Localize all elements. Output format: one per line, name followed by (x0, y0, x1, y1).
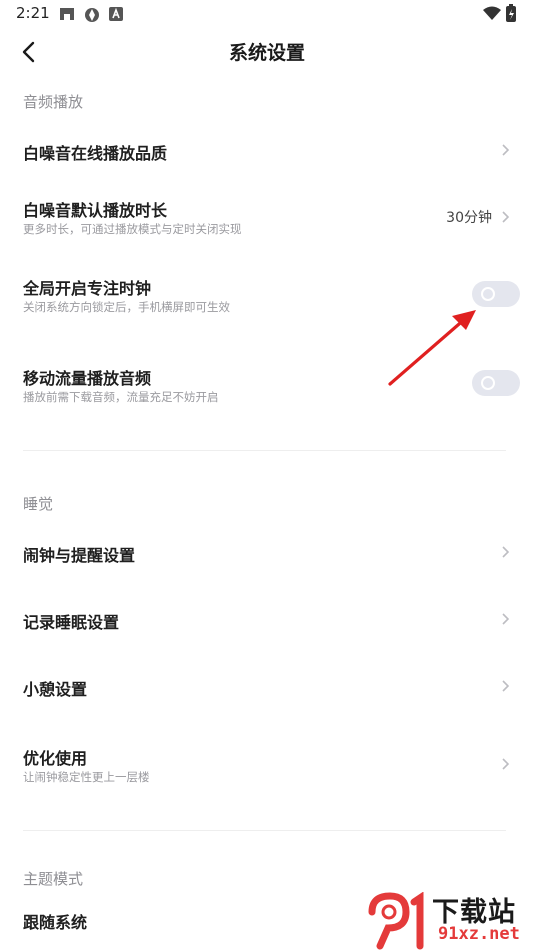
setting-row-nap[interactable]: 小憩设置 (0, 656, 534, 716)
setting-title: 移动流量播放音频 (23, 369, 152, 388)
setting-row-default-duration[interactable]: 白噪音默认播放时长 更多时长，可通过播放模式与定时关闭实现 30分钟 (0, 185, 534, 245)
chevron-right-icon (502, 546, 510, 558)
chevron-right-icon (502, 613, 510, 625)
watermark: 下载站 91xz.net (368, 886, 534, 950)
section-label-theme: 主题模式 (23, 870, 84, 888)
setting-row-sleep-record[interactable]: 记录睡眠设置 (0, 589, 534, 649)
setting-row-alarm[interactable]: 闹钟与提醒设置 (0, 522, 534, 582)
setting-subtitle: 更多时长，可通过播放模式与定时关闭实现 (23, 222, 242, 236)
section-label-sleep: 睡觉 (23, 495, 54, 513)
setting-row-playback-quality[interactable]: 白噪音在线播放品质 (0, 120, 534, 180)
section-divider (23, 830, 506, 831)
setting-title: 闹钟与提醒设置 (23, 546, 136, 565)
chevron-right-icon (502, 758, 510, 770)
status-bar: 2:21 (0, 0, 534, 28)
duration-value: 30分钟 (446, 210, 492, 226)
wifi-icon (483, 6, 501, 20)
section-label-audio: 音频播放 (23, 93, 84, 111)
setting-title: 白噪音在线播放品质 (23, 144, 168, 163)
battery-icon (506, 4, 516, 22)
setting-title: 全局开启专注时钟 (23, 279, 152, 298)
chevron-right-icon (502, 144, 510, 156)
setting-title: 小憩设置 (23, 680, 88, 699)
watermark-url: 91xz.net (438, 924, 520, 944)
status-time: 2:21 (16, 4, 50, 22)
page-title: 系统设置 (228, 42, 305, 64)
toggle-knob (481, 287, 495, 301)
annotation-arrow-icon (388, 310, 476, 386)
setting-subtitle: 关闭系统方向锁定后，手机横屏即可生效 (23, 300, 230, 314)
chevron-right-icon (502, 680, 510, 692)
setting-row-optimize[interactable]: 优化使用 让闹钟稳定性更上一层楼 (0, 733, 534, 793)
chevron-right-icon (502, 211, 510, 223)
setting-title: 记录睡眠设置 (23, 613, 120, 632)
setting-subtitle: 播放前需下载音频，流量充足不妨开启 (23, 390, 219, 404)
setting-title: 优化使用 (23, 749, 88, 768)
app-notification-icon (60, 8, 74, 20)
section-divider (23, 450, 506, 451)
watermark-logo-icon (368, 892, 424, 950)
setting-title: 跟随系统 (23, 913, 88, 932)
a-notification-icon (109, 7, 123, 21)
setting-title: 白噪音默认播放时长 (23, 201, 168, 220)
setting-subtitle: 让闹钟稳定性更上一层楼 (23, 770, 150, 784)
sync-notification-icon (85, 8, 99, 22)
app-header: 系统设置 (0, 28, 534, 76)
